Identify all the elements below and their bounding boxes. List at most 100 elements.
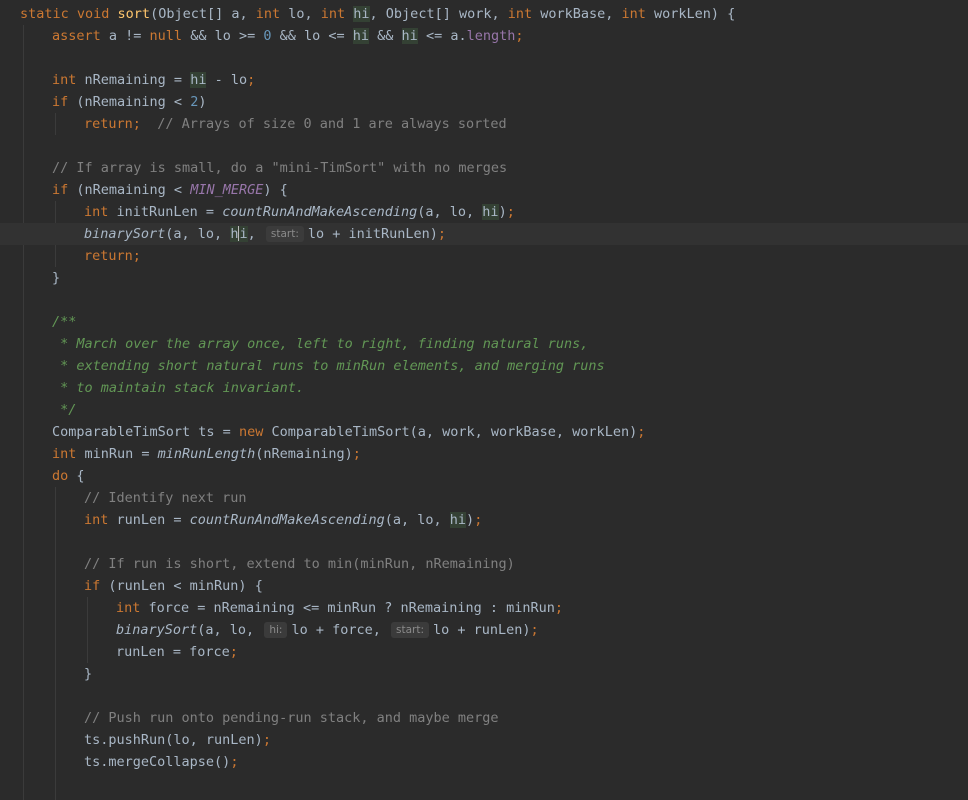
highlighted-usage-token: hi bbox=[190, 72, 207, 88]
code-line[interactable] bbox=[0, 47, 968, 69]
keyword-token: ; bbox=[247, 72, 256, 88]
doc-comment-token: * to maintain stack invariant. bbox=[52, 380, 304, 396]
code-line[interactable] bbox=[0, 135, 968, 157]
code-line[interactable]: // bbox=[0, 795, 968, 800]
code-line[interactable]: // Push run onto pending-run stack, and … bbox=[0, 707, 968, 729]
code-line[interactable]: // If run is short, extend to min(minRun… bbox=[0, 553, 968, 575]
line-content: static void sort(Object[] a, int lo, int… bbox=[20, 3, 735, 25]
code-line[interactable]: if (runLen < minRun) { bbox=[0, 575, 968, 597]
current-code-line[interactable]: binarySort(a, lo, hi, start: lo + initRun… bbox=[0, 223, 968, 245]
code-line[interactable] bbox=[0, 773, 968, 795]
code-line[interactable]: if (nRemaining < 2) bbox=[0, 91, 968, 113]
keyword-token: ; bbox=[515, 28, 524, 44]
keyword-token: int bbox=[52, 446, 85, 462]
highlighted-usage-token: hi bbox=[352, 28, 370, 44]
code-line[interactable]: binarySort(a, lo, hi: lo + force, start: l… bbox=[0, 619, 968, 641]
parameter-name-hint: hi: bbox=[264, 622, 288, 638]
code-token: } bbox=[52, 270, 61, 286]
code-line[interactable]: return; bbox=[0, 245, 968, 267]
code-token: workLen) { bbox=[654, 6, 736, 22]
line-content: int minRun = minRunLength(nRemaining); bbox=[52, 443, 361, 465]
code-line[interactable]: int force = nRemaining <= minRun ? nRema… bbox=[0, 597, 968, 619]
keyword-token: ; bbox=[554, 600, 564, 616]
code-line[interactable] bbox=[0, 289, 968, 311]
code-line[interactable]: } bbox=[0, 663, 968, 685]
keyword-token: int bbox=[507, 6, 541, 22]
code-line[interactable]: static void sort(Object[] a, int lo, int… bbox=[0, 3, 968, 25]
code-line[interactable] bbox=[0, 685, 968, 707]
field-token: length bbox=[466, 28, 516, 44]
code-token: , Object[] work, bbox=[369, 6, 508, 22]
code-token: (a, lo, bbox=[165, 226, 231, 242]
code-line[interactable]: /** bbox=[0, 311, 968, 333]
line-content: int initRunLen = countRunAndMakeAscendin… bbox=[84, 201, 515, 223]
code-line[interactable]: * to maintain stack invariant. bbox=[0, 377, 968, 399]
code-token: ) bbox=[498, 204, 507, 220]
doc-comment-token: * extending short natural runs to minRun… bbox=[52, 358, 605, 374]
code-line[interactable]: ts.mergeCollapse(); bbox=[0, 751, 968, 773]
static-method-call-token: binarySort bbox=[84, 226, 166, 242]
code-line[interactable]: */ bbox=[0, 399, 968, 421]
highlighted-usage-token: hi bbox=[353, 6, 370, 22]
code-token: ) { bbox=[263, 182, 288, 198]
line-content: ComparableTimSort ts = new ComparableTim… bbox=[52, 421, 645, 443]
code-token: (a, lo, bbox=[417, 204, 483, 220]
line-content: ts.mergeCollapse(); bbox=[84, 751, 238, 773]
keyword-token: return bbox=[84, 248, 133, 264]
code-token: lo, bbox=[288, 6, 321, 22]
code-line[interactable]: int nRemaining = hi - lo; bbox=[0, 69, 968, 91]
line-content: binarySort(a, lo, hi: lo + force, start: l… bbox=[116, 619, 539, 641]
parameter-name-hint: start: bbox=[265, 226, 304, 242]
line-content: * March over the array once, left to rig… bbox=[52, 333, 588, 355]
code-editor[interactable]: static void sort(Object[] a, int lo, int… bbox=[0, 0, 968, 800]
line-content: if (runLen < minRun) { bbox=[84, 575, 263, 597]
code-line[interactable]: ts.pushRun(lo, runLen); bbox=[0, 729, 968, 751]
code-line[interactable]: if (nRemaining < MIN_MERGE) { bbox=[0, 179, 968, 201]
code-line[interactable]: } bbox=[0, 267, 968, 289]
code-line[interactable]: return; // Arrays of size 0 and 1 are al… bbox=[0, 113, 968, 135]
parameter-name-hint: start: bbox=[390, 622, 429, 638]
comment-token: // Identify next run bbox=[84, 490, 247, 506]
code-line[interactable]: runLen = force; bbox=[0, 641, 968, 663]
line-content: /** bbox=[52, 311, 76, 333]
keyword-token: ; bbox=[352, 446, 361, 462]
line-content: int force = nRemaining <= minRun ? nRema… bbox=[116, 597, 563, 619]
code-token: minRun = bbox=[84, 446, 158, 462]
code-token: a != bbox=[108, 28, 150, 44]
keyword-token: if bbox=[52, 94, 77, 110]
code-token: lo + initRunLen) bbox=[307, 226, 438, 242]
comment-token: // If run is short, extend to min(minRun… bbox=[84, 556, 515, 572]
code-line[interactable]: assert a != null && lo >= 0 && lo <= hi … bbox=[0, 25, 968, 47]
keyword-token: ; bbox=[474, 512, 483, 528]
line-content: if (nRemaining < MIN_MERGE) { bbox=[52, 179, 288, 201]
code-line[interactable]: * March over the array once, left to rig… bbox=[0, 333, 968, 355]
number-token: 0 bbox=[263, 28, 280, 44]
line-content: // Push run onto pending-run stack, and … bbox=[84, 707, 499, 729]
code-line[interactable]: int runLen = countRunAndMakeAscending(a,… bbox=[0, 509, 968, 531]
code-line[interactable]: ComparableTimSort ts = new ComparableTim… bbox=[0, 421, 968, 443]
code-token: && lo <= bbox=[279, 28, 353, 44]
code-token: force = nRemaining <= minRun ? nRemainin… bbox=[148, 600, 555, 616]
keyword-token: ; bbox=[637, 424, 646, 440]
code-line[interactable] bbox=[0, 531, 968, 553]
code-line[interactable]: * extending short natural runs to minRun… bbox=[0, 355, 968, 377]
line-content: */ bbox=[52, 399, 76, 421]
code-line[interactable]: int minRun = minRunLength(nRemaining); bbox=[0, 443, 968, 465]
code-token: (runLen < minRun) { bbox=[108, 578, 263, 594]
keyword-token: return bbox=[84, 116, 133, 132]
code-line[interactable]: do { bbox=[0, 465, 968, 487]
keyword-token: int bbox=[621, 6, 655, 22]
code-token: ts.mergeCollapse() bbox=[84, 754, 231, 770]
line-content: } bbox=[84, 663, 92, 685]
code-line[interactable]: int initRunLen = countRunAndMakeAscendin… bbox=[0, 201, 968, 223]
code-token: (a, lo, bbox=[384, 512, 450, 528]
line-content: ts.pushRun(lo, runLen); bbox=[84, 729, 271, 751]
line-content: binarySort(a, lo, hi, start: lo + initRun… bbox=[84, 223, 446, 245]
code-token: (nRemaining < bbox=[76, 182, 191, 198]
code-line[interactable]: // If array is small, do a "mini-TimSort… bbox=[0, 157, 968, 179]
code-line[interactable]: // Identify next run bbox=[0, 487, 968, 509]
code-token: (a, lo, bbox=[197, 622, 263, 638]
static-method-call-token: minRunLength bbox=[157, 446, 256, 462]
code-token: nRemaining = bbox=[84, 72, 191, 88]
